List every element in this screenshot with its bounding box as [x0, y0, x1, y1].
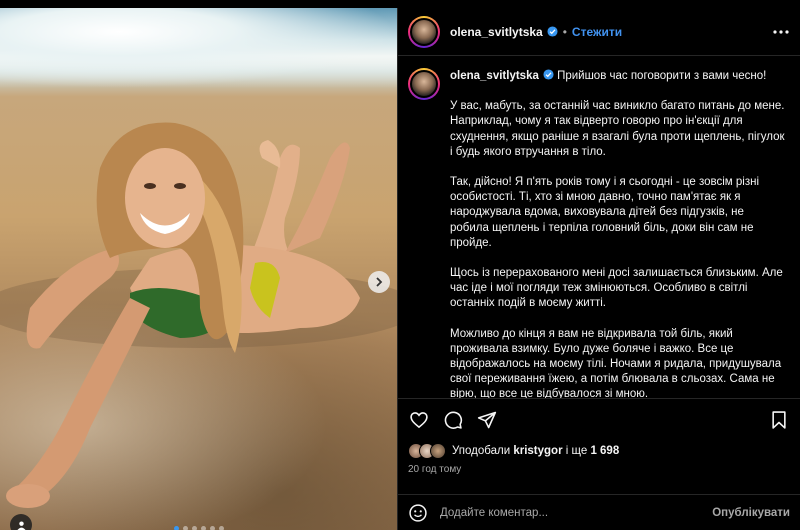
carousel-dot [192, 526, 197, 530]
separator-dot: • [562, 24, 567, 39]
caption-paragraph: Можливо до кінця я вам не відкривала той… [450, 327, 782, 398]
carousel-dot [210, 526, 215, 530]
author-username[interactable]: olena_svitlytska [450, 25, 558, 39]
verified-badge-icon [543, 69, 554, 80]
liker-avatars [408, 443, 446, 459]
heart-icon [410, 411, 428, 428]
bookmark-icon [772, 410, 786, 429]
carousel-next-button[interactable] [368, 271, 390, 293]
likes-count[interactable]: 1 698 [590, 445, 619, 457]
follow-button[interactable]: Стежити [572, 25, 622, 39]
likes-text: Уподобали kristygor і ще 1 698 [452, 445, 620, 457]
photo-subject [0, 8, 397, 530]
more-icon [773, 29, 789, 34]
carousel-dot [183, 526, 188, 530]
action-bar [398, 398, 800, 440]
comment-icon [444, 411, 463, 429]
tagged-users-button[interactable] [10, 514, 32, 530]
share-icon [477, 411, 497, 428]
caption-paragraph: olena_svitlytska Прийшов час поговорити … [450, 69, 767, 82]
share-button[interactable] [476, 409, 498, 431]
caption-section: olena_svitlytska Прийшов час поговорити … [398, 56, 800, 398]
carousel-dot [174, 526, 179, 530]
like-button[interactable] [408, 409, 430, 431]
caption-paragraph: Так, дійсно! Я п'ять років тому і я сьог… [450, 176, 760, 249]
carousel-dot [201, 526, 206, 530]
post-photo[interactable] [0, 8, 397, 530]
avatar[interactable] [408, 15, 440, 48]
post-details-panel: olena_svitlytska • Стежити olena_svitlyt… [397, 8, 800, 530]
comment-bar: Опублікувати [398, 494, 800, 530]
more-options-button[interactable] [772, 29, 790, 34]
save-button[interactable] [768, 409, 790, 431]
post-timestamp[interactable]: 20 год тому [398, 462, 800, 484]
caption-username[interactable]: olena_svitlytska [450, 70, 539, 82]
comment-button[interactable] [442, 409, 464, 431]
caption-paragraph: У вас, мабуть, за останній час виникло б… [450, 100, 785, 158]
caption-text: olena_svitlytska Прийшов час поговорити … [450, 68, 785, 398]
carousel-dot [219, 526, 224, 530]
user-tag-icon [16, 520, 26, 530]
avatar[interactable] [408, 68, 440, 100]
carousel-indicator [174, 526, 224, 530]
post-header: olena_svitlytska • Стежити [398, 8, 800, 56]
caption-paragraph: Щось із перерахованого мені досі залишає… [450, 267, 783, 310]
chevron-right-icon [376, 277, 383, 287]
post-comment-button[interactable]: Опублікувати [712, 507, 790, 519]
avatar [430, 443, 446, 459]
verified-badge-icon [547, 25, 558, 37]
comment-input[interactable] [440, 506, 713, 519]
liker-username[interactable]: kristygor [513, 445, 562, 457]
emoji-icon[interactable] [408, 503, 428, 523]
post-modal: olena_svitlytska • Стежити olena_svitlyt… [0, 8, 800, 530]
likes-summary[interactable]: Уподобали kristygor і ще 1 698 [398, 440, 800, 462]
